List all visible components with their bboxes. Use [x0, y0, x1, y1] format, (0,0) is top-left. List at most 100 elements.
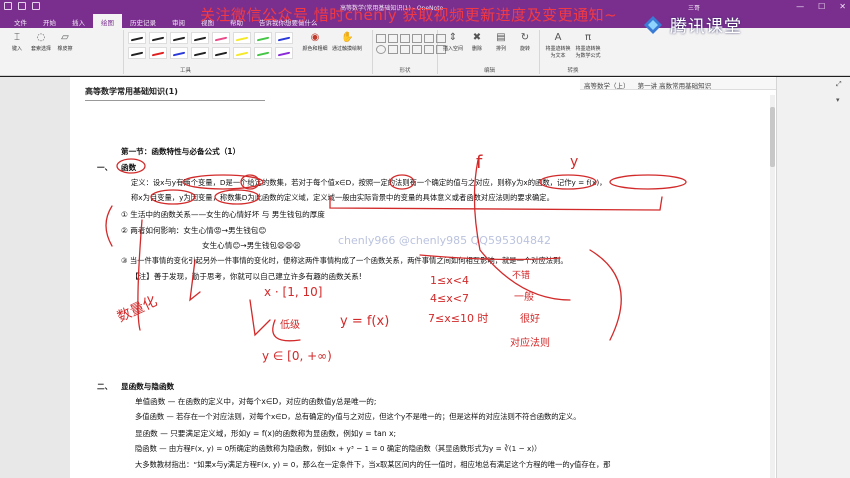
textbook-quote: 大多数教材指出：“如果x与y满足方程F(x, y) = 0，那么在一定条件下，当… [135, 460, 611, 469]
highlighter-green[interactable] [254, 32, 272, 44]
ink-math-icon: π [584, 32, 592, 43]
tab-insert[interactable]: 插入 [64, 14, 93, 28]
pen-black-2[interactable] [149, 32, 167, 44]
maximize-button[interactable]: ☐ [818, 2, 825, 11]
quick-access-toolbar [4, 2, 40, 10]
breadcrumb-section[interactable]: 第一讲 高数常用基础知识 [638, 82, 712, 90]
color-thickness-button[interactable]: ◉ 颜色和粗细 [302, 32, 328, 52]
shapes-group: 形状 [372, 30, 446, 74]
line-shape[interactable] [376, 34, 386, 43]
pen-purple[interactable] [275, 47, 293, 59]
cursor-icon: ⌶ [14, 32, 20, 43]
explicit-def: 显函数 — 只要满足定义域，形如y = f(x)的函数称为显函数，例如y = t… [135, 429, 397, 438]
highlighter-green-2[interactable] [254, 47, 272, 59]
window-controls: — ☐ ✕ [796, 2, 846, 11]
definition-line-1: 定义：设x与y有两个变量，D是一个给定的数集，若对于每个值x∈D，按照一定的法则… [131, 178, 607, 187]
section1-heading: 第一节：函数特性与必备公式（1） [121, 147, 241, 156]
breadcrumb-notebook[interactable]: 高等数学（上） [584, 82, 630, 90]
convert-group: A 将墨迹转换为文本 π 将墨迹转换为数学公式 转换 [544, 32, 602, 74]
lasso-icon: ◌ [36, 32, 46, 43]
tab-review[interactable]: 审阅 [164, 14, 193, 28]
note-line: 【注】善于发现，勤于思考，你就可以自己建立许多有趣的函数关系! [131, 272, 362, 281]
insert-space-button[interactable]: ⇕ 插入空间 [442, 32, 464, 52]
item-2a: ② 两者如何影响：女生心情😡→男生钱包😊 [121, 226, 267, 235]
page-list-panel [776, 77, 850, 478]
back-icon[interactable] [4, 2, 12, 10]
scrollbar-thumb[interactable] [770, 107, 775, 167]
axis-3d-shape[interactable] [424, 34, 434, 43]
user-name[interactable]: 三哥 [688, 3, 700, 12]
pen-black-7[interactable] [212, 47, 230, 59]
title-underline [85, 100, 265, 101]
multi-valued-def: 多值函数 — 若存在一个对应法则，对每个x∈D，总有确定的y值与之对应，但这个y… [135, 412, 581, 421]
tab-file[interactable]: 文件 [6, 14, 35, 28]
item-2b: 女生心情😊→男生钱包😫😫😫 [202, 241, 301, 250]
pen-black-6[interactable] [191, 47, 209, 59]
highlighter-yellow-2[interactable] [233, 47, 251, 59]
palette-icon: ◉ [310, 32, 320, 43]
part2-number: 二、 [97, 382, 113, 391]
pen-black-4[interactable] [191, 32, 209, 44]
pen-red[interactable] [149, 47, 167, 59]
left-gutter [0, 77, 70, 478]
hand-icon: ✋ [341, 32, 354, 43]
eraser-icon: ▱ [61, 32, 69, 43]
arrow-shape[interactable] [388, 34, 398, 43]
close-button[interactable]: ✕ [839, 2, 846, 11]
type-button[interactable]: ⌶ 键入 [6, 32, 28, 52]
part2-title: 显函数与隐函数 [121, 382, 175, 391]
highlighter-yellow[interactable] [233, 32, 251, 44]
part1-number: 一、 [97, 163, 113, 172]
arrange-icon: ▤ [496, 32, 506, 43]
axis-shape[interactable] [412, 34, 422, 43]
tab-draw[interactable]: 绘图 [93, 14, 122, 28]
item-1: ① 生活中的函数关系——女生的心情好坏 与 男生钱包的厚度 [121, 210, 325, 219]
tencent-brand: 腾讯课堂 [642, 12, 742, 37]
tencent-logo-icon [644, 15, 662, 34]
delete-button[interactable]: ✖ 删除 [466, 32, 488, 52]
qq-watermark: chenly966 @chenly985 QQ595304842 [338, 234, 551, 247]
page-title[interactable]: 高等数学常用基础知识(1) [85, 86, 178, 97]
insert-space-icon: ⇕ [448, 32, 458, 43]
lasso-button[interactable]: ◌ 套索选择 [30, 32, 52, 52]
pen-gallery [128, 32, 293, 59]
ink-text-icon: A [554, 32, 562, 43]
highlighter-pink[interactable] [212, 32, 230, 44]
tab-history[interactable]: 历史记录 [122, 14, 164, 28]
more-icon[interactable]: ▾ [836, 96, 840, 104]
implicit-def: 隐函数 — 由方程F(x, y) = 0所确定的函数称为隐函数，例如x + y³… [135, 444, 542, 453]
pen-blue-2[interactable] [170, 47, 188, 59]
circle-shape[interactable] [376, 45, 386, 54]
undo-icon[interactable] [18, 2, 26, 10]
single-valued-def: 单值函数 — 在函数的定义中，对每个x∈D，对应的函数值y总是唯一的; [135, 397, 377, 406]
definition-line-2: 称x为自变量，y为因变量，称数集D为此函数的定义域，定义域一般由实际背景中的变量… [131, 193, 554, 202]
arrange-button[interactable]: ▤ 排列 [490, 32, 512, 52]
delete-icon: ✖ [472, 32, 482, 43]
tools-group: ⌶ 键入 ◌ 套索选择 ▱ 橡皮擦 [4, 30, 124, 74]
ink-to-text-button[interactable]: A 将墨迹转换为文本 [544, 32, 572, 59]
minimize-button[interactable]: — [796, 2, 804, 11]
triangle-shape[interactable] [400, 45, 410, 54]
pen-black-3[interactable] [170, 32, 188, 44]
item-3: ③ 当一件事情的变化引起另外一件事情的变化时，便称这两件事情构成了一个函数关系，… [121, 256, 568, 265]
part1-title: 函数 [121, 163, 137, 172]
double-arrow-shape[interactable] [400, 34, 410, 43]
pen-black-1[interactable] [128, 32, 146, 44]
pen-black-5[interactable] [128, 47, 146, 59]
pen-blue[interactable] [275, 32, 293, 44]
diamond-shape[interactable] [412, 45, 422, 54]
rotate-icon: ↻ [520, 32, 530, 43]
rotate-button[interactable]: ↻ 旋转 [514, 32, 536, 52]
ink-to-math-button[interactable]: π 将墨迹转换为数学公式 [574, 32, 602, 59]
breadcrumb: 高等数学（上） 第一讲 高数常用基础知识 [580, 78, 776, 90]
vertical-scrollbar[interactable] [770, 95, 775, 478]
shape-gallery [376, 34, 446, 65]
edit-group: ⇕ 插入空间 ✖ 删除 ▤ 排列 ↻ 旋转 编辑 [440, 30, 540, 74]
draw-touch-button[interactable]: ✋ 通过触摸绘制 [332, 32, 362, 52]
rect-shape[interactable] [388, 45, 398, 54]
expand-icon[interactable]: ⤢ [836, 80, 842, 89]
customize-icon[interactable] [32, 2, 40, 10]
eraser-button[interactable]: ▱ 橡皮擦 [54, 32, 76, 52]
tab-home[interactable]: 开始 [35, 14, 64, 28]
parallelogram-shape[interactable] [424, 45, 434, 54]
